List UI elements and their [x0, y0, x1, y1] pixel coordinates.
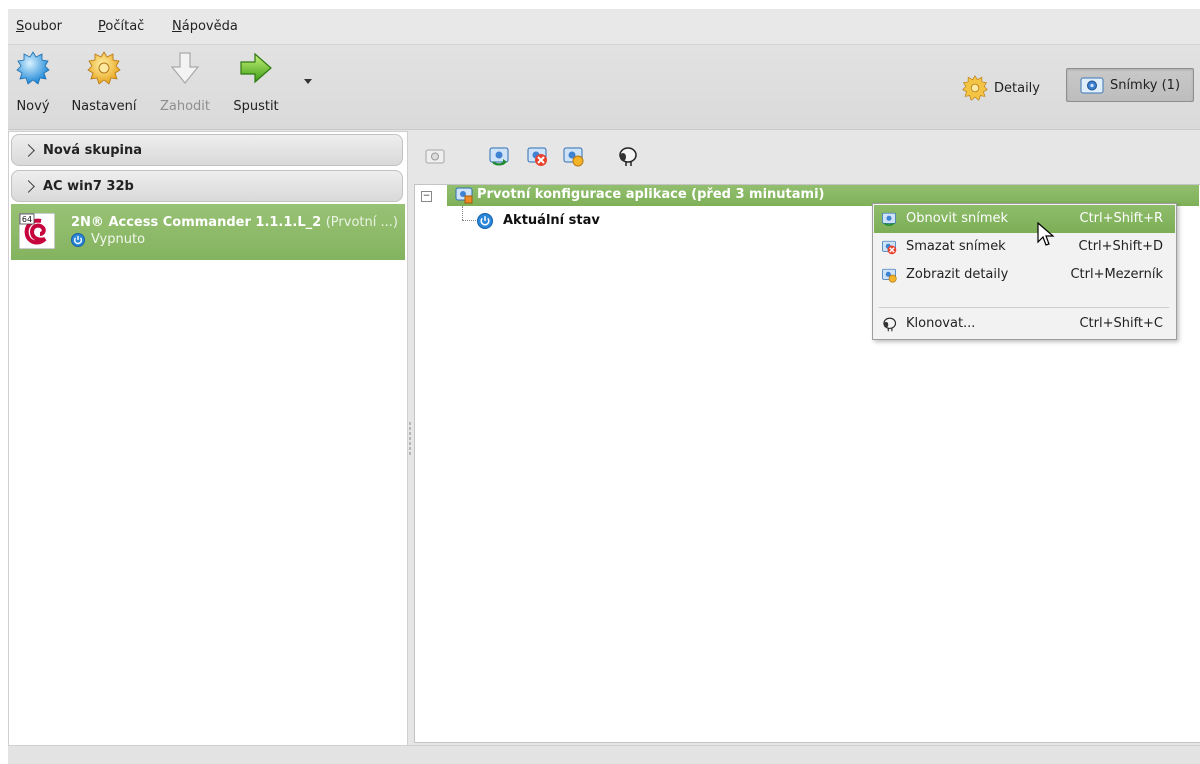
mouse-cursor-icon [1037, 222, 1055, 246]
menu-item-show-details[interactable]: Zobrazit detaily Ctrl+Mezerník [874, 261, 1175, 289]
chevron-right-icon [22, 143, 35, 157]
group-new-group[interactable]: Nová skupina [11, 134, 403, 166]
menu-item-label: Obnovit snímek [906, 211, 1009, 226]
arch-badge: 64 [22, 215, 32, 224]
group-label: Nová skupina [43, 142, 143, 158]
new-label: Nový [16, 99, 50, 114]
collapse-icon[interactable]: − [421, 191, 432, 202]
snapshots-label: Snímky (1) [1109, 77, 1181, 93]
menu-item-delete-snapshot[interactable]: Smazat snímek Ctrl+Shift+D [874, 233, 1175, 261]
start-arrow-right-icon [240, 52, 272, 84]
start-label: Spustit [233, 99, 279, 114]
vm-list-panel: Nová skupina AC win7 32b 64 2N® Access C… [8, 131, 408, 746]
tree-connector [462, 220, 476, 221]
menu-item-shortcut: Ctrl+Mezerník [1070, 267, 1163, 282]
menu-item-clone[interactable]: Klonovat... Ctrl+Shift+C [874, 310, 1175, 338]
menu-help[interactable]: Nápověda [172, 19, 238, 34]
vm-status-line: Vypnuto [71, 232, 145, 247]
current-state-label[interactable]: Aktuální stav [503, 213, 600, 228]
menu-machine[interactable]: Počítač [98, 19, 144, 34]
clone-sheep-icon[interactable] [616, 145, 638, 167]
menu-item-shortcut: Ctrl+Shift+D [1078, 239, 1163, 254]
power-off-icon [71, 232, 85, 247]
menu-item-label: Zobrazit detaily [906, 267, 1009, 282]
tree-connector [462, 206, 463, 220]
status-bar [8, 745, 1200, 764]
panel-splitter-handle[interactable] [409, 421, 411, 457]
vm-snapshot-state: (Prvotní ...) [325, 215, 398, 230]
menubar: Soubor Počítač Nápověda [8, 9, 1200, 45]
details-gear-icon [962, 75, 988, 101]
details-button[interactable]: Detaily [962, 73, 1040, 103]
snapshot-toolbar [420, 139, 820, 173]
settings-label: Nastavení [71, 99, 137, 114]
discard-button[interactable]: Zahodit [154, 51, 216, 114]
snapshot-details-icon[interactable] [562, 145, 584, 167]
details-label: Detaily [994, 80, 1040, 96]
main-toolbar: Nový Nastavení Zahodit Spustit Detaily S… [8, 45, 1200, 130]
power-off-icon [477, 213, 493, 229]
delete-snapshot-icon[interactable] [526, 145, 548, 167]
new-vm-icon [16, 51, 50, 85]
debian-os-icon: 64 [19, 213, 55, 249]
take-snapshot-icon[interactable] [424, 145, 446, 167]
vm-list-item[interactable]: 64 2N® Access Commander 1.1.1.L_2 (Prvot… [11, 204, 405, 260]
vm-name: 2N® Access Commander 1.1.1.L_2 [71, 215, 322, 230]
snapshot-root-label: Prvotní konfigurace aplikace (před 3 min… [477, 187, 825, 202]
discard-label: Zahodit [159, 99, 211, 114]
delete-snapshot-icon [882, 240, 897, 255]
menu-file[interactable]: Soubor [16, 19, 62, 34]
menu-item-label: Smazat snímek [906, 239, 1006, 254]
settings-gear-icon [87, 51, 121, 85]
virtualbox-window: Soubor Počítač Nápověda Nový Nastavení Z… [8, 9, 1200, 764]
settings-button[interactable]: Nastavení [64, 51, 144, 114]
chevron-right-icon [22, 179, 35, 193]
start-button[interactable]: Spustit [226, 51, 286, 114]
snapshot-context-menu: Obnovit snímek Ctrl+Shift+R Smazat sníme… [872, 203, 1177, 340]
restore-snapshot-icon [882, 212, 896, 226]
restore-snapshot-icon[interactable] [488, 145, 510, 167]
start-dropdown-arrow-icon[interactable] [304, 79, 312, 84]
snapshots-button[interactable]: Snímky (1) [1066, 68, 1194, 102]
discard-arrow-down-icon [170, 52, 200, 84]
camera-icon [1080, 77, 1104, 94]
snapshot-icon [455, 187, 473, 204]
group-label: AC win7 32b [43, 178, 134, 194]
clone-sheep-icon [883, 317, 897, 332]
new-button[interactable]: Nový [8, 51, 58, 114]
vm-name-line: 2N® Access Commander 1.1.1.L_2 (Prvotní … [71, 215, 398, 230]
menu-item-shortcut: Ctrl+Shift+C [1079, 316, 1163, 331]
menu-item-restore-snapshot[interactable]: Obnovit snímek Ctrl+Shift+R [874, 205, 1175, 233]
menu-separator [879, 307, 1169, 308]
menu-item-shortcut: Ctrl+Shift+R [1079, 211, 1164, 226]
group-ac-win7[interactable]: AC win7 32b [11, 170, 403, 202]
menu-item-label: Klonovat... [906, 316, 976, 331]
vm-status-text: Vypnuto [91, 232, 146, 247]
snapshot-details-icon [882, 268, 897, 283]
